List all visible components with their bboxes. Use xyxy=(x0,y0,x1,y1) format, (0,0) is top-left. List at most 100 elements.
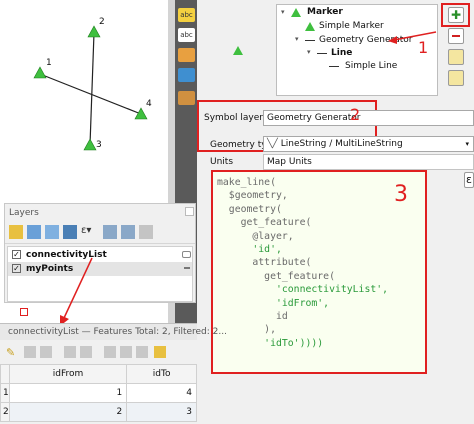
units-label: Units xyxy=(210,157,234,167)
symbol-preview-icon xyxy=(233,46,243,55)
expression-filter-icon[interactable]: ε▾ xyxy=(81,225,97,239)
copy-icon[interactable] xyxy=(136,346,148,358)
expand-all-icon[interactable] xyxy=(103,225,117,239)
layer-checkbox-connectivitylist[interactable]: ✓ xyxy=(12,250,21,259)
simple-line-icon xyxy=(329,66,339,67)
save-edits-icon[interactable] xyxy=(40,346,52,358)
geometry-type-combo[interactable]: ╲╱ LineString / MultiLineString ▾ xyxy=(263,136,474,152)
point-marker-2[interactable] xyxy=(87,25,101,38)
point-marker-4[interactable] xyxy=(134,107,148,120)
tree-item-line[interactable]: Line xyxy=(331,48,352,58)
expression-line: 'connectivityList', xyxy=(217,284,389,296)
label-tab-icon[interactable]: abc xyxy=(178,8,195,22)
layer-checkbox-mypoints[interactable]: ✓ xyxy=(12,264,21,273)
cell-idto[interactable]: 3 xyxy=(126,402,197,422)
visibility-icon[interactable] xyxy=(45,225,59,239)
reload-icon[interactable] xyxy=(64,346,76,358)
point-label-1: 1 xyxy=(46,58,52,68)
cell-idfrom[interactable]: 1 xyxy=(8,383,128,403)
row-number[interactable]: 1 xyxy=(0,383,10,403)
duplicate-layer-button[interactable] xyxy=(448,70,464,86)
symbol-layer-type-value: Geometry Generator xyxy=(267,113,361,123)
linestring-icon: ╲╱ xyxy=(267,139,278,149)
map-canvas-svg xyxy=(33,25,148,151)
layers-panel: Layers ε▾ ✓ connectivityList ✓ myPoints xyxy=(4,203,196,303)
annotation-arrow-table xyxy=(60,257,93,326)
expand-arrow-icon[interactable]: ▾ xyxy=(295,35,299,43)
symbol-layer-tree[interactable]: ▾ Marker Simple Marker ▾ Geometry Genera… xyxy=(276,4,438,96)
layer-tree[interactable]: ✓ connectivityList ✓ myPoints xyxy=(7,246,193,302)
expression-line: get_feature( xyxy=(217,217,312,229)
expression-builder-button[interactable]: ε xyxy=(464,172,474,188)
expand-arrow-icon[interactable]: ▾ xyxy=(281,8,285,16)
minus-icon xyxy=(452,35,460,37)
expand-arrow-icon[interactable]: ▾ xyxy=(307,48,311,56)
add-group-icon[interactable] xyxy=(27,225,41,239)
geometry-type-value: LineString / MultiLineString xyxy=(280,139,403,149)
add-feature-icon[interactable] xyxy=(80,346,92,358)
table-layer-icon xyxy=(182,251,191,258)
table-row[interactable]: 2 2 3 xyxy=(0,402,197,422)
tree-item-marker[interactable]: Marker xyxy=(307,7,343,17)
layers-panel-title: Layers xyxy=(9,208,39,218)
annotation-arrow-1 xyxy=(388,31,437,44)
remove-symbol-layer-button[interactable] xyxy=(448,28,464,44)
table-row[interactable]: 1 1 4 xyxy=(0,383,197,403)
attribute-table-window: connectivityList — Features Total: 2, Fi… xyxy=(0,323,227,424)
remove-layer-icon[interactable] xyxy=(139,225,153,239)
style-layer-icon[interactable] xyxy=(9,225,23,239)
expression-line: @layer, xyxy=(217,230,294,242)
rendering-tab-icon[interactable] xyxy=(178,91,195,105)
tree-item-simple-line[interactable]: Simple Line xyxy=(345,61,397,71)
column-header-idfrom[interactable]: idFrom xyxy=(8,364,128,384)
row-header-corner xyxy=(0,364,10,384)
annotation-label-2: 2 xyxy=(350,105,361,124)
diagram-tab-icon[interactable] xyxy=(178,68,195,82)
lock-layer-button[interactable] xyxy=(448,49,464,65)
annotation-marker xyxy=(20,308,28,316)
multi-edit-icon[interactable] xyxy=(24,346,36,358)
add-symbol-layer-button[interactable]: ✚ xyxy=(448,7,464,23)
expression-line: get_feature( xyxy=(217,270,335,282)
expression-select-icon[interactable] xyxy=(154,346,166,358)
mask-tab-icon[interactable]: abc xyxy=(178,28,195,42)
3d-tab-icon[interactable] xyxy=(178,48,195,62)
cell-idfrom[interactable]: 2 xyxy=(8,402,128,422)
expression-line: ), xyxy=(217,324,276,336)
connection-line-2-3 xyxy=(89,32,95,146)
expression-line: attribute( xyxy=(217,257,312,269)
simple-marker-icon xyxy=(305,22,315,31)
line-icon xyxy=(317,53,327,54)
units-combo[interactable]: Map Units xyxy=(263,154,474,170)
filter-legend-icon[interactable] xyxy=(63,225,77,239)
column-header-idto[interactable]: idTo xyxy=(126,364,197,384)
point-marker-3[interactable] xyxy=(83,138,97,151)
expression-line: 'id', xyxy=(217,244,282,256)
delete-feature-icon[interactable] xyxy=(104,346,116,358)
panel-float-icon[interactable] xyxy=(185,207,194,216)
annotation-label-3: 3 xyxy=(394,182,408,207)
point-label-3: 3 xyxy=(96,140,102,150)
geometry-generator-icon xyxy=(305,40,315,41)
tree-item-simple-marker[interactable]: Simple Marker xyxy=(319,21,384,31)
chevron-down-icon: ▾ xyxy=(465,140,469,148)
collapse-all-icon[interactable] xyxy=(121,225,135,239)
cell-idto[interactable]: 4 xyxy=(126,383,197,403)
point-marker-1[interactable] xyxy=(33,66,47,79)
attribute-table-titlebar: connectivityList — Features Total: 2, Fi… xyxy=(0,324,227,340)
map-canvas[interactable]: 1 2 3 4 xyxy=(0,0,168,200)
attribute-table[interactable]: idFrom idTo 1 1 4 2 2 3 xyxy=(0,364,197,422)
table-header-row: idFrom idTo xyxy=(0,364,197,384)
cut-icon[interactable] xyxy=(120,346,132,358)
expression-line: 'idFrom', xyxy=(217,297,330,309)
pencil-icon[interactable]: ✎ xyxy=(6,346,18,359)
attribute-table-title: connectivityList — Features Total: 2, Fi… xyxy=(8,327,227,337)
units-value: Map Units xyxy=(267,157,312,167)
expression-line: id xyxy=(217,311,288,323)
layers-toolbar: ε▾ xyxy=(5,222,195,244)
layer-indicator-icon xyxy=(184,267,190,269)
annotation-label-1: 1 xyxy=(418,38,429,57)
symbol-layer-type-combo[interactable]: Geometry Generator xyxy=(263,110,474,126)
attribute-toolbar: ✎ xyxy=(0,342,197,364)
row-number[interactable]: 2 xyxy=(0,402,10,422)
